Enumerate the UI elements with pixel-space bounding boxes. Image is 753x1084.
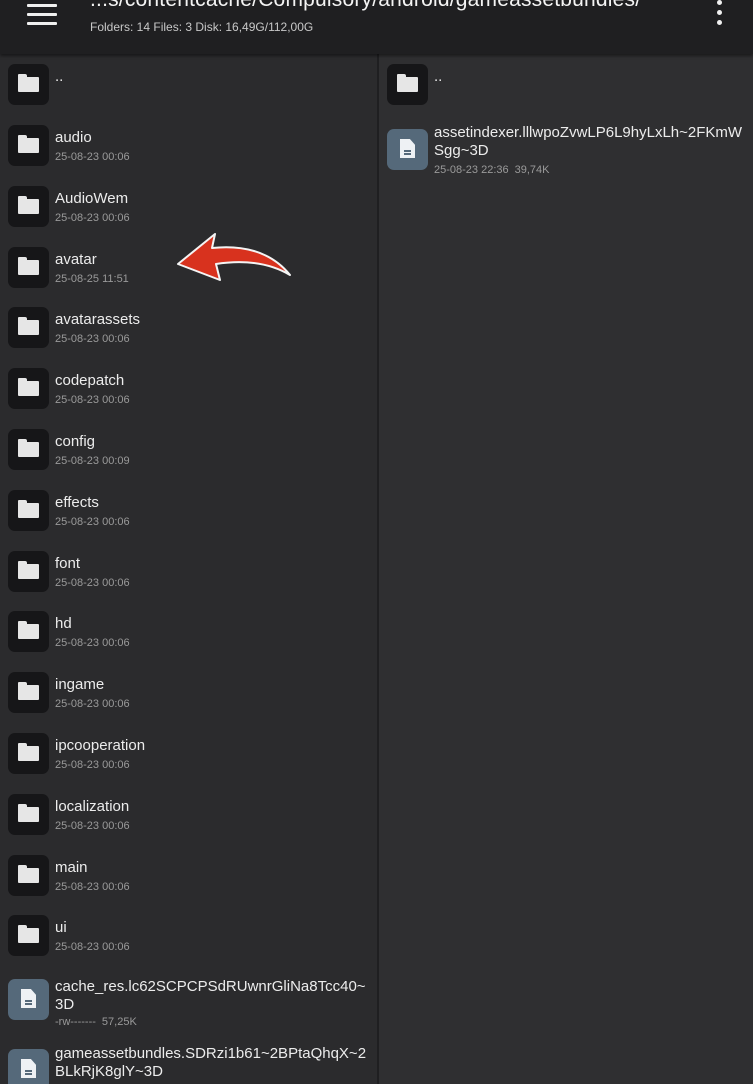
folder-date: 25-08-23 00:06 — [55, 880, 130, 893]
folder-icon — [8, 854, 49, 896]
folder-name: config — [55, 433, 96, 450]
folder-row-ingame[interactable]: ingame 25-08-23 00:06 — [0, 661, 377, 721]
folder-date: 25-08-23 00:06 — [55, 759, 130, 771]
folder-icon — [8, 125, 49, 166]
folder-icon — [8, 915, 49, 957]
file-row-assetindexer[interactable]: assetindexer.lllwpoZvwLP6L9hyLxLh~2FKmWS… — [379, 120, 753, 184]
folder-name: avatar — [55, 250, 97, 268]
folder-date: 25-08-23 00:06 — [55, 394, 130, 407]
folder-row-audiowem[interactable]: AudioWem 25-08-23 00:06 — [0, 175, 377, 235]
folder-row-avatar[interactable]: avatar 25-08-25 11:51 — [0, 236, 377, 296]
folder-name: font — [55, 554, 81, 572]
folder-name: main — [55, 858, 88, 876]
folder-name: codepatch — [55, 372, 125, 390]
file-date: 25-08-23 22:36 — [434, 164, 509, 176]
folder-date: 25-08-23 00:06 — [55, 941, 130, 954]
folder-row-effects[interactable]: effects 25-08-23 00:06 — [0, 479, 377, 539]
folder-date: 25-08-23 00:06 — [55, 637, 130, 650]
parent-directory-label: .. — [434, 68, 443, 85]
file-icon — [387, 129, 428, 170]
folder-name: hd — [55, 615, 72, 633]
folder-icon — [8, 185, 49, 227]
more-vert-icon[interactable] — [705, 0, 733, 28]
folder-name: audio — [55, 129, 92, 146]
folder-row-config[interactable]: config 25-08-23 00:09 — [0, 418, 377, 478]
folder-icon — [8, 307, 49, 349]
folder-icon — [8, 611, 49, 653]
file-name: assetindexer.lllwpoZvwLP6L9hyLxLh~2FKmWS… — [434, 124, 743, 159]
file-meta: -rw------- 57,25K — [55, 1016, 137, 1028]
parent-directory-row[interactable]: .. — [0, 54, 377, 114]
folder-icon — [8, 672, 49, 714]
folder-date: 25-08-23 00:06 — [55, 333, 130, 346]
folder-name: avatarassets — [55, 311, 141, 329]
file-icon — [8, 1049, 49, 1084]
folder-icon — [8, 64, 49, 105]
folder-row-ui[interactable]: ui 25-08-23 00:06 — [0, 904, 377, 964]
top-app-bar: ...s/contentcache/Compulsory/android/gam… — [0, 0, 753, 54]
folder-name: effects — [55, 493, 99, 511]
folder-date: 25-08-23 00:06 — [55, 576, 130, 589]
folder-row-localization[interactable]: localization 25-08-23 00:06 — [0, 783, 377, 843]
file-permissions: -rw------- — [55, 1016, 96, 1028]
folder-row-audio[interactable]: audio 25-08-23 00:06 — [0, 114, 377, 174]
folder-icon — [8, 368, 49, 410]
storage-stats: Folders: 14 Files: 3 Disk: 16,49G/112,00… — [90, 20, 314, 34]
folder-name: ui — [55, 919, 67, 937]
folder-date: 25-08-23 00:06 — [55, 151, 130, 163]
folder-icon — [8, 733, 49, 774]
folder-date: 25-08-23 00:06 — [55, 819, 130, 832]
folder-name: ingame — [55, 676, 105, 694]
folder-row-ipcooperation[interactable]: ipcooperation 25-08-23 00:06 — [0, 722, 377, 782]
right-file-pane[interactable]: .. assetindexer.lllwpoZvwLP6L9hyLxLh~2FK… — [379, 54, 753, 1084]
folder-name: AudioWem — [55, 189, 129, 207]
folder-name: localization — [55, 797, 130, 815]
folder-icon — [8, 550, 49, 592]
file-name: gameassetbundles.SDRzi1b61~2BPtaQhqX~2BL… — [55, 1045, 367, 1080]
folder-row-avatarassets[interactable]: avatarassets 25-08-23 00:06 — [0, 296, 377, 356]
file-size: 39,74K — [514, 164, 550, 176]
folder-icon — [8, 429, 49, 470]
folder-icon — [8, 793, 49, 835]
current-path: ...s/contentcache/Compulsory/android/gam… — [90, 0, 641, 12]
folder-date: 25-08-25 11:51 — [55, 272, 129, 285]
folder-row-codepatch[interactable]: codepatch 25-08-23 00:06 — [0, 357, 377, 417]
file-row-gameassetbundles[interactable]: gameassetbundles.SDRzi1b61~2BPtaQhqX~2BL… — [0, 1044, 377, 1084]
folder-icon — [387, 64, 428, 105]
folder-date: 25-08-23 00:06 — [55, 211, 130, 224]
folder-name: ipcooperation — [55, 737, 146, 754]
folder-date: 25-08-23 00:09 — [55, 455, 130, 467]
file-name: cache_res.lc62SCPCPSdRUwnrGliNa8Tcc40~3D — [55, 978, 366, 1013]
folder-icon — [8, 246, 49, 288]
file-size: 57,25K — [101, 1016, 137, 1028]
folder-date: 25-08-23 00:06 — [55, 698, 130, 711]
parent-directory-label: .. — [55, 68, 64, 85]
file-meta: 25-08-23 22:36 39,74K — [434, 164, 550, 176]
parent-directory-row[interactable]: .. — [379, 54, 753, 114]
folder-date: 25-08-23 00:06 — [55, 515, 130, 528]
file-icon — [8, 979, 49, 1020]
hamburger-menu-icon[interactable] — [27, 0, 59, 30]
folder-icon — [8, 489, 49, 531]
left-file-pane[interactable]: .. audio 25-08-23 00:06 AudioWem 25-08-23 0… — [0, 54, 377, 1084]
folder-row-font[interactable]: font 25-08-23 00:06 — [0, 540, 377, 600]
folder-row-main[interactable]: main 25-08-23 00:06 — [0, 844, 377, 904]
file-row-cache-res[interactable]: cache_res.lc62SCPCPSdRUwnrGliNa8Tcc40~3D… — [0, 974, 377, 1038]
folder-row-hd[interactable]: hd 25-08-23 00:06 — [0, 600, 377, 660]
